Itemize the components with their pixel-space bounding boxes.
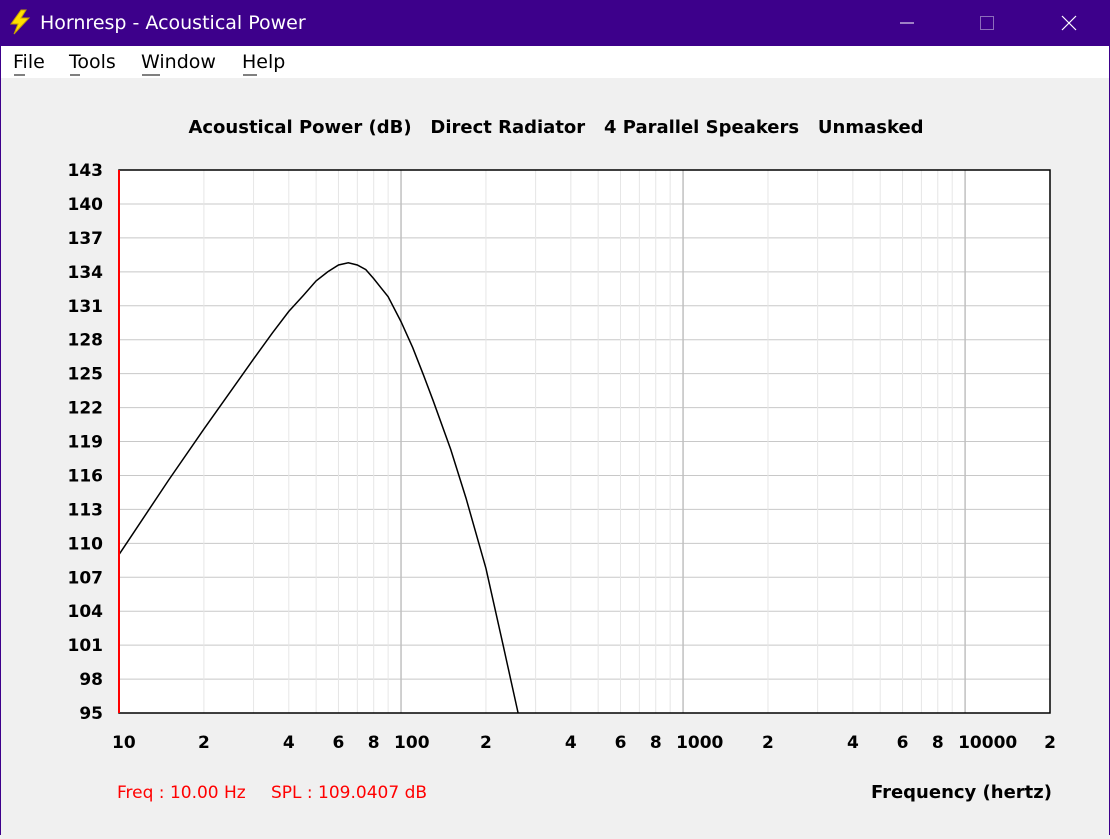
x-tick-label: 2 xyxy=(198,733,210,753)
x-tick-label: 8 xyxy=(932,733,944,753)
window-border-left xyxy=(0,46,1,835)
menu-mnemonic-underlines xyxy=(14,74,257,76)
plot-area[interactable]: Acoustical Power (dB) Direct Radiator 4 … xyxy=(0,78,1110,835)
minimize-icon xyxy=(900,22,914,24)
maximize-icon xyxy=(980,16,994,30)
chart-title: Acoustical Power (dB) Direct Radiator 4 … xyxy=(188,117,923,138)
freq-readout: Freq : 10.00 Hz xyxy=(117,783,246,803)
y-tick-label: 95 xyxy=(79,704,103,724)
y-tick-label: 140 xyxy=(68,195,104,215)
x-tick-label: 4 xyxy=(565,733,577,753)
title-bar[interactable]: Hornresp - Acoustical Power xyxy=(0,0,1110,46)
y-tick-label: 128 xyxy=(68,331,104,351)
x-tick-label: 8 xyxy=(368,733,380,753)
y-tick-label: 110 xyxy=(68,534,104,554)
y-tick-label: 131 xyxy=(68,297,104,317)
x-tick-label: 2 xyxy=(762,733,774,753)
window-title: Hornresp - Acoustical Power xyxy=(40,12,306,34)
y-tick-label: 113 xyxy=(68,500,104,520)
spl-readout: SPL : 109.0407 dB xyxy=(271,783,427,803)
x-tick-label: 6 xyxy=(333,733,345,753)
x-tick-label: 100 xyxy=(394,733,430,753)
acoustical-power-chart[interactable]: Acoustical Power (dB) Direct Radiator 4 … xyxy=(0,78,1110,835)
y-tick-label: 122 xyxy=(68,399,104,419)
y-tick-label: 116 xyxy=(68,466,104,486)
x-tick-label: 8 xyxy=(650,733,662,753)
y-tick-label: 125 xyxy=(68,365,104,385)
y-tick-label: 137 xyxy=(68,229,104,249)
x-tick-label: 1000 xyxy=(676,733,723,753)
x-tick-label: 10000 xyxy=(958,733,1017,753)
x-tick-label: 4 xyxy=(283,733,295,753)
y-tick-labels: 143 140 137 134 131 128 125 122 119 116 113 110 107 1… xyxy=(68,161,104,724)
y-tick-label: 119 xyxy=(68,433,104,453)
close-button[interactable] xyxy=(1046,0,1092,46)
x-tick-label: 2 xyxy=(480,733,492,753)
x-tick-label: 4 xyxy=(847,733,859,753)
x-tick-labels: 10 2 4 6 8 100 2 4 6 8 1000 2 4 6 8 10000 2 xyxy=(112,733,1056,753)
y-tick-label: 143 xyxy=(68,161,104,181)
menu-bar: File Tools Window Help xyxy=(0,46,1110,78)
y-tick-label: 101 xyxy=(68,636,104,656)
x-tick-label: 2 xyxy=(1044,733,1056,753)
lightning-bolt-icon[interactable] xyxy=(8,9,32,35)
maximize-button[interactable] xyxy=(964,0,1010,46)
x-tick-label: 6 xyxy=(897,733,909,753)
y-tick-label: 107 xyxy=(68,568,104,588)
close-icon xyxy=(1061,15,1077,31)
y-tick-label: 134 xyxy=(68,263,104,283)
x-axis-label: Frequency (hertz) xyxy=(871,782,1052,803)
x-tick-label: 10 xyxy=(112,733,136,753)
y-tick-label: 98 xyxy=(79,670,103,690)
x-tick-label: 6 xyxy=(615,733,627,753)
y-tick-label: 104 xyxy=(68,602,104,622)
minimize-button[interactable] xyxy=(884,0,930,46)
